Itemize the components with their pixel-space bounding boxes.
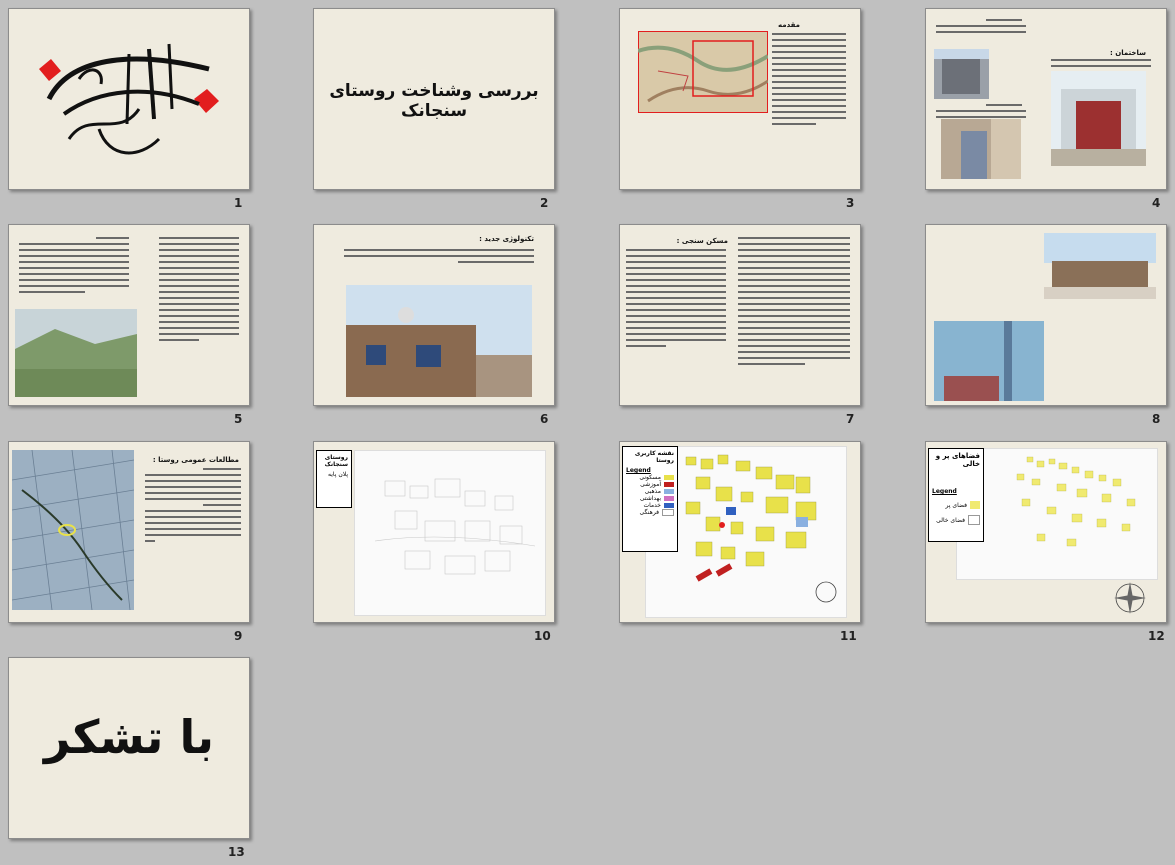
gate-photo [1051,71,1146,166]
legend-title: روستای سنجانک [324,454,348,468]
slide-thumbnail-5[interactable] [8,224,250,406]
slide-thumbnail-10[interactable]: روستای سنجانک پلان پایه [313,441,555,623]
slide-number: 4 [1152,196,1161,210]
building-photo [934,49,989,99]
slide-number: 11 [840,629,857,643]
base-plan-map [354,450,546,616]
legend-item-solid: فضای پر [932,501,980,509]
legend-item-cultural: فرهنگی [626,509,674,516]
legend-item-religious: مذهبی [626,488,674,495]
slide-number: 9 [234,629,243,643]
legend-item-residential: مسکونی [626,474,674,481]
slide-number: 8 [1152,412,1161,426]
slide-body-text [626,249,726,351]
slide-number: 5 [234,412,243,426]
slide-title: با تشکر [43,710,214,764]
legend-item: پلان پایه [328,471,348,478]
legend-item-services: خدمات [626,502,674,509]
map-legend: روستای سنجانک پلان پایه [316,450,352,508]
mosque-interior-photo [934,321,1044,401]
rooftop-photo [346,285,532,397]
legend-item-void: فضای خالی [932,515,980,525]
legend-item-education: آموزشی [626,481,674,488]
legend-title: فضاهای پر و خالی [935,452,980,468]
legend-heading: Legend [932,488,957,495]
slide-thumbnail-6[interactable]: تکنولوژی جدید : [313,224,555,406]
slide-heading: مسکن سنجی : [676,237,728,245]
slide-thumbnail-9[interactable]: مطالعات عمومی روستا : [8,441,250,623]
slide-number: 6 [540,412,549,426]
slide-thumbnail-12[interactable]: فضاهای پر و خالی Legend فضای پر فضای خال… [925,441,1167,623]
slide-thumbnail-7[interactable]: مسکن سنجی : [619,224,861,406]
slide-number: 3 [846,196,855,210]
topographic-map-image [12,450,134,610]
slide-heading: ساختمان : [1110,49,1146,57]
slide-body-text [159,237,239,345]
map-legend: نقشه کاربری روستا Legend مسکونی آموزشی م… [622,446,678,552]
legend-heading: Legend [626,467,651,474]
slide-number: 7 [846,412,855,426]
slide-number: 13 [228,845,245,859]
slide-number: 1 [234,196,243,210]
bismillah-calligraphy-image [39,43,219,155]
slide-title: بررسی وشناخت روستای سنجانک [329,81,539,121]
landscape-photo [15,309,137,397]
slide-body-text [738,237,850,369]
slide-thumbnail-4[interactable]: ساختمان : [925,8,1167,190]
slide-thumbnail-1[interactable] [8,8,250,190]
slide-body-text [19,237,129,297]
solid-void-map [956,448,1158,580]
region-map-image [638,31,768,113]
legend-item-health: بهداشتی [626,495,674,502]
slide-heading: تکنولوژی جدید : [479,235,534,243]
slide-number: 12 [1148,629,1165,643]
doorway-photo [941,119,1021,179]
slide-body-text [344,249,534,267]
slide-thumbnail-11[interactable]: نقشه کاربری روستا Legend مسکونی آموزشی م… [619,441,861,623]
slide-heading: مقدمه [778,21,800,29]
slide-body-text [772,33,846,129]
legend-title: نقشه کاربری روستا [634,450,674,464]
slide-number: 2 [540,196,549,210]
mosque-exterior-photo [1044,233,1156,299]
slide-body-text [936,19,1026,37]
slide-heading: مطالعات عمومی روستا : [152,456,239,464]
slide-body-text [145,468,242,546]
map-legend: فضاهای پر و خالی Legend فضای پر فضای خال… [928,448,984,542]
slide-thumbnail-13[interactable]: با تشکر [8,657,250,839]
slide-number: 10 [534,629,551,643]
slide-thumbnail-2[interactable]: بررسی وشناخت روستای سنجانک [313,8,555,190]
slide-thumbnail-3[interactable]: مقدمه [619,8,861,190]
compass-rose-icon [1114,582,1146,614]
slide-thumbnail-8[interactable] [925,224,1167,406]
